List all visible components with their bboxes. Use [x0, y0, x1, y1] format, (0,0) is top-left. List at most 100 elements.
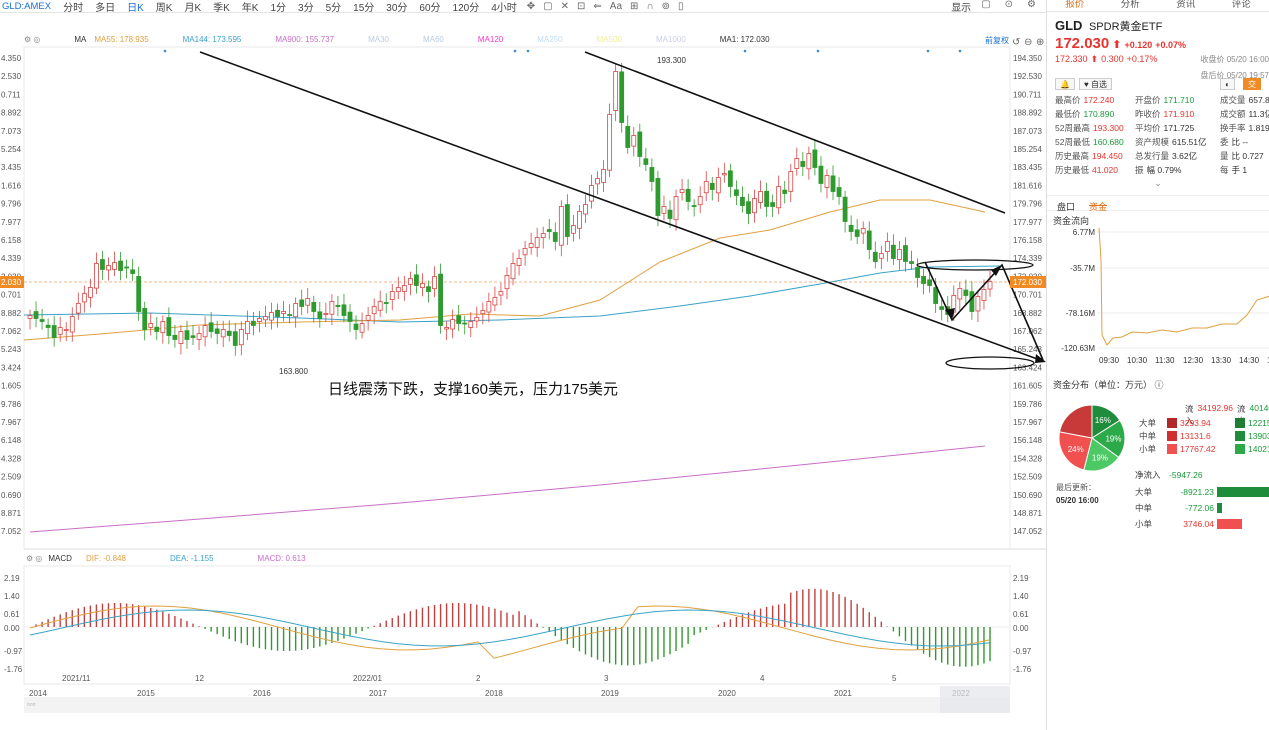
ma120-legend: MA120 — [477, 35, 504, 44]
side-tab[interactable]: 分析 — [1103, 0, 1159, 11]
candle — [450, 309, 456, 339]
ma-label[interactable]: MA — [74, 35, 86, 47]
order-size-label: 中单 — [1139, 430, 1157, 441]
section-tab[interactable]: 资金 — [1089, 200, 1108, 212]
info-icon[interactable]: ⓘ — [1155, 380, 1164, 390]
section-tab[interactable]: 盘口 — [1057, 200, 1075, 212]
kline-chart[interactable]: 4.350 2.530 0.711 8.892 7.073 5.254 3.435 1.616… — [0, 0, 1046, 730]
candle — [697, 186, 703, 214]
ma60-legend: MA60 — [422, 35, 444, 44]
candle — [75, 292, 81, 320]
fund-flow-line — [1098, 227, 1269, 346]
net-flow-value: 3746.04 — [1183, 519, 1214, 529]
inflow-value: 3293.94 — [1180, 417, 1211, 428]
candle — [347, 304, 353, 333]
candle — [359, 312, 365, 339]
dif-legend: DIF: -0.848 — [85, 554, 126, 563]
macd-right-tick: 0.61 — [1013, 610, 1029, 619]
reset-icon[interactable]: ↺ — [1012, 37, 1020, 48]
macd-value-legend: MACD: 0.613 — [257, 554, 306, 563]
quote-stats: 最高价 172.240 开盘价 171.710 成交量 657.8 最低价 170.890 昨收… — [1047, 92, 1269, 176]
stat-cell: 总发行量 3.62亿 — [1135, 151, 1198, 161]
macd-right-tick: 1.40 — [1013, 592, 1029, 601]
dea-legend: DEA: -1.155 — [169, 554, 214, 563]
candle — [625, 115, 631, 154]
left-axis-tick: 8.871 — [1, 509, 22, 518]
macd-panel-frame — [23, 565, 1011, 685]
macd-settings-icon[interactable]: ⚙ ◎ — [26, 554, 42, 563]
candle — [474, 306, 480, 328]
candle — [848, 215, 854, 241]
candle — [124, 259, 130, 279]
right-axis-tick: 161.605 — [1013, 382, 1042, 391]
side-tab[interactable]: 评论 — [1214, 0, 1269, 11]
candle — [365, 306, 371, 331]
bell-button[interactable]: 🔔 — [1055, 78, 1075, 90]
event-marker[interactable] — [816, 49, 820, 53]
net-flow-row: 大单 -8921.23 — [1135, 484, 1269, 500]
candle — [957, 282, 963, 310]
plus-icon[interactable]: ⊕ — [1036, 37, 1044, 48]
candle — [589, 174, 594, 209]
candle — [287, 304, 293, 324]
add-watchlist-button[interactable]: ♥ 自选 — [1078, 78, 1112, 90]
side-tab[interactable]: 资讯 — [1158, 0, 1214, 11]
candle — [299, 289, 305, 316]
left-axis-tick: 7.062 — [1, 327, 22, 336]
macd-right-tick: 0.00 — [1013, 624, 1029, 633]
adjust-selector[interactable]: 前复权 — [985, 35, 1009, 47]
left-axis-tick: 7.073 — [1, 127, 22, 136]
candle — [595, 171, 600, 195]
dea-line — [29, 609, 991, 647]
side-tab[interactable]: 报价 — [1047, 0, 1103, 11]
event-marker[interactable] — [743, 49, 747, 53]
pie-label: 19% — [1092, 453, 1108, 462]
right-axis-tick: 157.967 — [1013, 418, 1042, 427]
ma-settings-icon[interactable]: ⚙ ◎ — [24, 35, 40, 47]
stat-cell: 量比 0.727 — [1220, 151, 1264, 161]
event-marker[interactable] — [526, 49, 530, 53]
scroll-window[interactable] — [940, 686, 1010, 713]
right-axis-tick: 150.690 — [1013, 491, 1042, 500]
flow-time-tick: 13:30 — [1211, 356, 1232, 365]
candle — [601, 160, 606, 192]
stat-cell: 振幅 0.79% — [1135, 165, 1182, 175]
event-marker[interactable] — [926, 49, 930, 53]
resistance-ellipse[interactable] — [916, 259, 1034, 271]
right-price-axis: 194.350 192.530 190.711 188.892 187.073 185.2… — [1013, 54, 1042, 536]
ma900-legend: MA900: 155.737 — [275, 35, 335, 44]
candle — [740, 186, 745, 213]
scroll-handle-icon[interactable]: ▫▫▫ — [27, 700, 36, 709]
net-inflow: 净流入 -5947.26 — [1135, 470, 1203, 480]
ma30-legend: MA30 — [368, 35, 389, 44]
right-axis-tick: 168.882 — [1013, 309, 1042, 318]
candle — [426, 280, 431, 303]
event-marker[interactable] — [163, 49, 167, 53]
ma55-legend: MA55: 178.935 — [94, 35, 149, 44]
net-flow-bars: 大单 -8921.23 中单 -772.06 小单 3746.04 — [1135, 484, 1269, 532]
candle — [866, 221, 872, 260]
year-tick: 2018 — [485, 689, 503, 698]
candle — [238, 321, 244, 356]
year-tick: 2017 — [369, 689, 387, 698]
after-hours-change: 0.300 — [1101, 54, 1124, 64]
candle — [305, 288, 311, 314]
stat-cell: 昨收价 171.910 — [1135, 109, 1195, 119]
candle — [269, 302, 274, 330]
inflow-value: 13131.6 — [1180, 430, 1211, 441]
event-marker[interactable] — [958, 49, 962, 53]
time-scrollbar[interactable] — [24, 697, 1010, 713]
minus-icon[interactable]: ⊖ — [1024, 37, 1032, 48]
net-flow-bar — [1217, 519, 1242, 529]
candle — [81, 285, 87, 313]
macd-label[interactable]: MACD — [48, 554, 72, 563]
candle — [655, 170, 661, 227]
candle — [486, 292, 492, 323]
expand-chevron-icon[interactable]: ⌄ — [1047, 178, 1269, 189]
candle — [577, 204, 582, 240]
event-marker[interactable] — [513, 49, 517, 53]
fund-flow-chart[interactable]: 6.77M -35.7M -78.16M -120.63M 09:30 10:30 11:3… — [1047, 220, 1269, 370]
flow-time-tick: 14:30 — [1239, 356, 1260, 365]
upper-channel-line[interactable] — [584, 51, 1006, 214]
stat-cell: 52周最高 193.300 — [1055, 123, 1124, 133]
